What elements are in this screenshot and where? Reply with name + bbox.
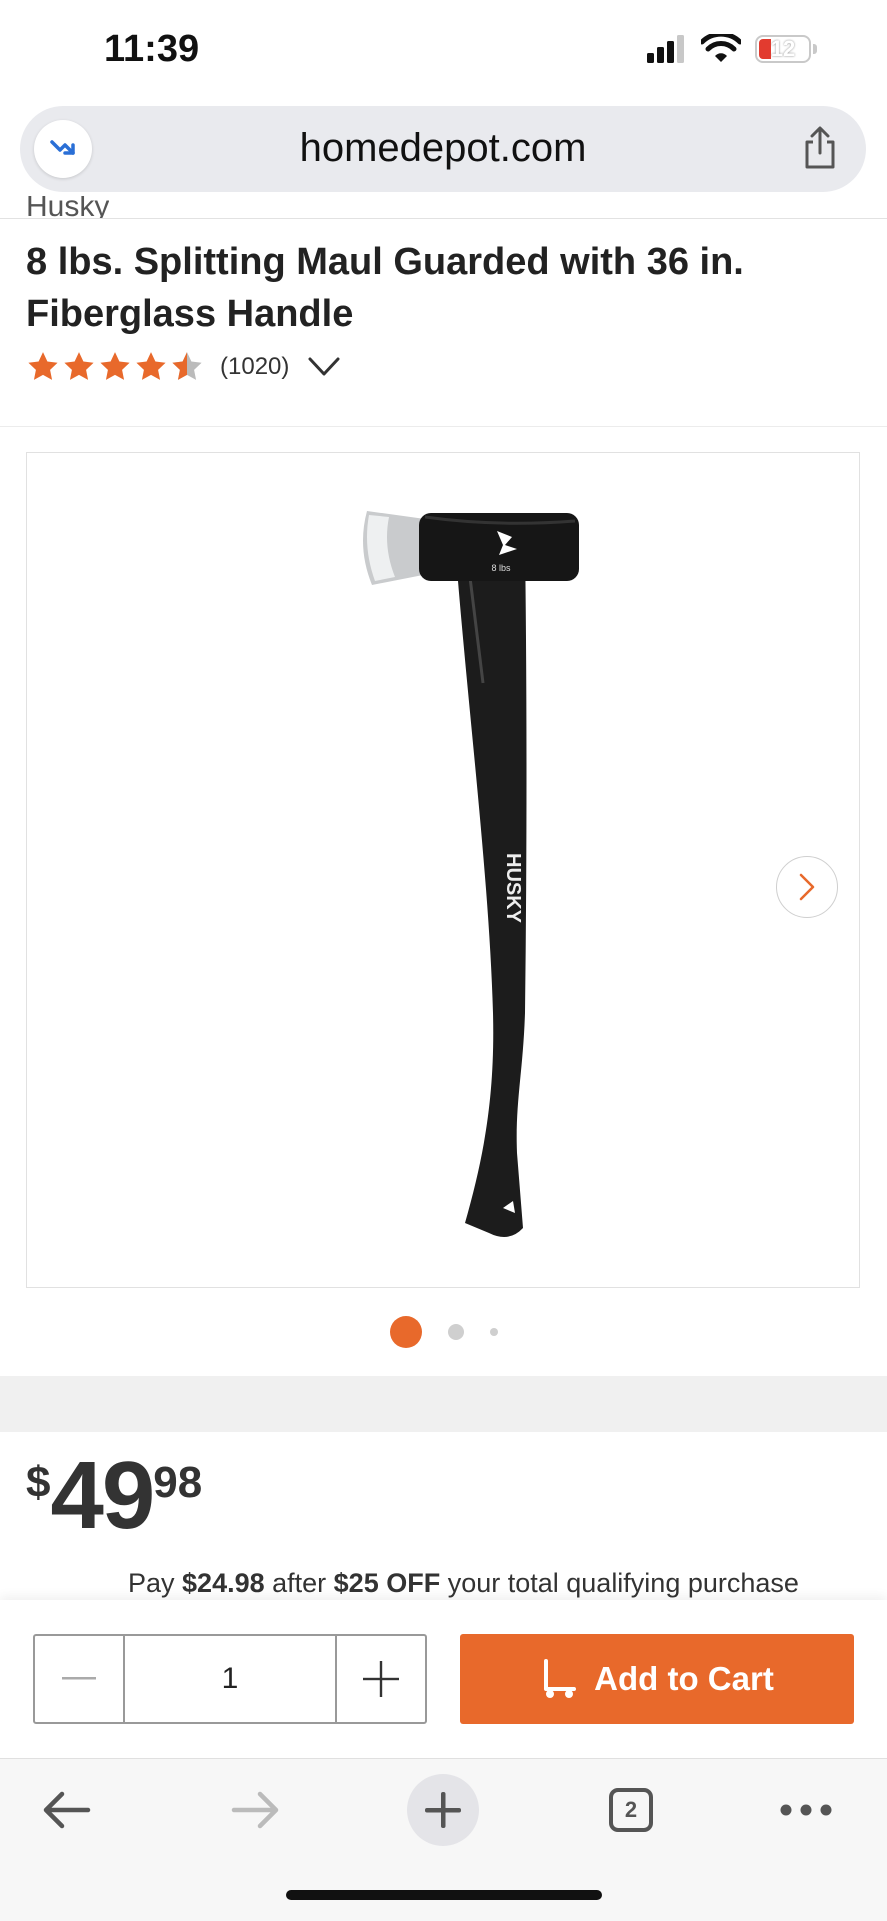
chevron-down-icon[interactable] — [307, 356, 341, 378]
price-currency: $ — [26, 1458, 51, 1507]
gallery-dots[interactable] — [0, 1316, 887, 1348]
signal-icon — [647, 35, 684, 63]
home-indicator — [286, 1890, 602, 1900]
share-icon[interactable] — [800, 126, 840, 170]
cart-dolly-icon — [544, 1659, 577, 1698]
add-to-cart-button[interactable]: Add to Cart — [460, 1634, 854, 1724]
forward-button[interactable] — [220, 1774, 292, 1846]
new-tab-button[interactable] — [407, 1774, 479, 1846]
star-icon — [64, 352, 94, 380]
minus-icon — [62, 1677, 96, 1680]
promo-discount: $25 OFF — [333, 1568, 441, 1598]
decrease-quantity-button[interactable] — [35, 1636, 125, 1722]
new-tab-icon — [425, 1792, 461, 1828]
tabs-icon: 2 — [609, 1788, 653, 1832]
head-label: 8 lbs — [491, 563, 511, 573]
review-count[interactable]: (1020) — [220, 353, 289, 381]
rating-row[interactable]: (1020) — [26, 350, 341, 384]
status-time: 11:39 — [104, 28, 200, 70]
price: $ 49 98 — [26, 1448, 202, 1544]
url-bar[interactable]: homedepot.com — [20, 106, 866, 192]
star-icon — [100, 352, 130, 380]
handle-brand: HUSKY — [502, 853, 524, 924]
price-dollars: 49 — [50, 1442, 155, 1549]
chevron-right-icon — [799, 873, 815, 901]
price-cents: 98 — [153, 1458, 203, 1507]
next-image-button[interactable] — [776, 856, 838, 918]
status-icons: 12 — [647, 34, 817, 64]
battery-icon: 12 — [755, 35, 811, 63]
gallery-dot-active[interactable] — [389, 1316, 422, 1348]
more-icon — [780, 1804, 832, 1816]
tabs-button[interactable]: 2 — [595, 1774, 667, 1846]
back-button[interactable] — [30, 1774, 102, 1846]
increase-quantity-button[interactable] — [335, 1636, 425, 1722]
battery-level: 12 — [770, 36, 796, 61]
more-button[interactable] — [770, 1774, 842, 1846]
open-tabs-count: 2 — [624, 1797, 638, 1822]
star-icon — [28, 352, 58, 380]
back-arrow-icon — [43, 1791, 91, 1829]
promo-text[interactable]: Pay $24.98 after $25 OFF your total qual… — [128, 1568, 799, 1602]
product-image[interactable]: 8 lbs HUSKY — [26, 452, 860, 1288]
gallery-dot[interactable] — [447, 1324, 464, 1340]
wifi-icon — [701, 34, 741, 62]
splitting-maul-image: 8 lbs HUSKY — [363, 511, 579, 1237]
quantity-stepper[interactable]: 1 — [33, 1634, 427, 1724]
brand-name[interactable]: Husky — [26, 196, 109, 218]
add-to-cart-label: Add to Cart — [594, 1660, 774, 1697]
quantity-value[interactable]: 1 — [125, 1636, 335, 1722]
star-icon — [136, 352, 166, 380]
section-separator — [0, 1376, 887, 1432]
gallery-dot[interactable] — [489, 1328, 498, 1336]
promo-amount: $24.98 — [182, 1568, 265, 1598]
plus-icon — [363, 1661, 399, 1697]
url-text[interactable]: homedepot.com — [20, 126, 866, 171]
star-half-icon — [172, 352, 202, 380]
product-title: 8 lbs. Splitting Maul Guarded with 36 in… — [26, 241, 744, 335]
forward-arrow-icon — [231, 1791, 279, 1829]
